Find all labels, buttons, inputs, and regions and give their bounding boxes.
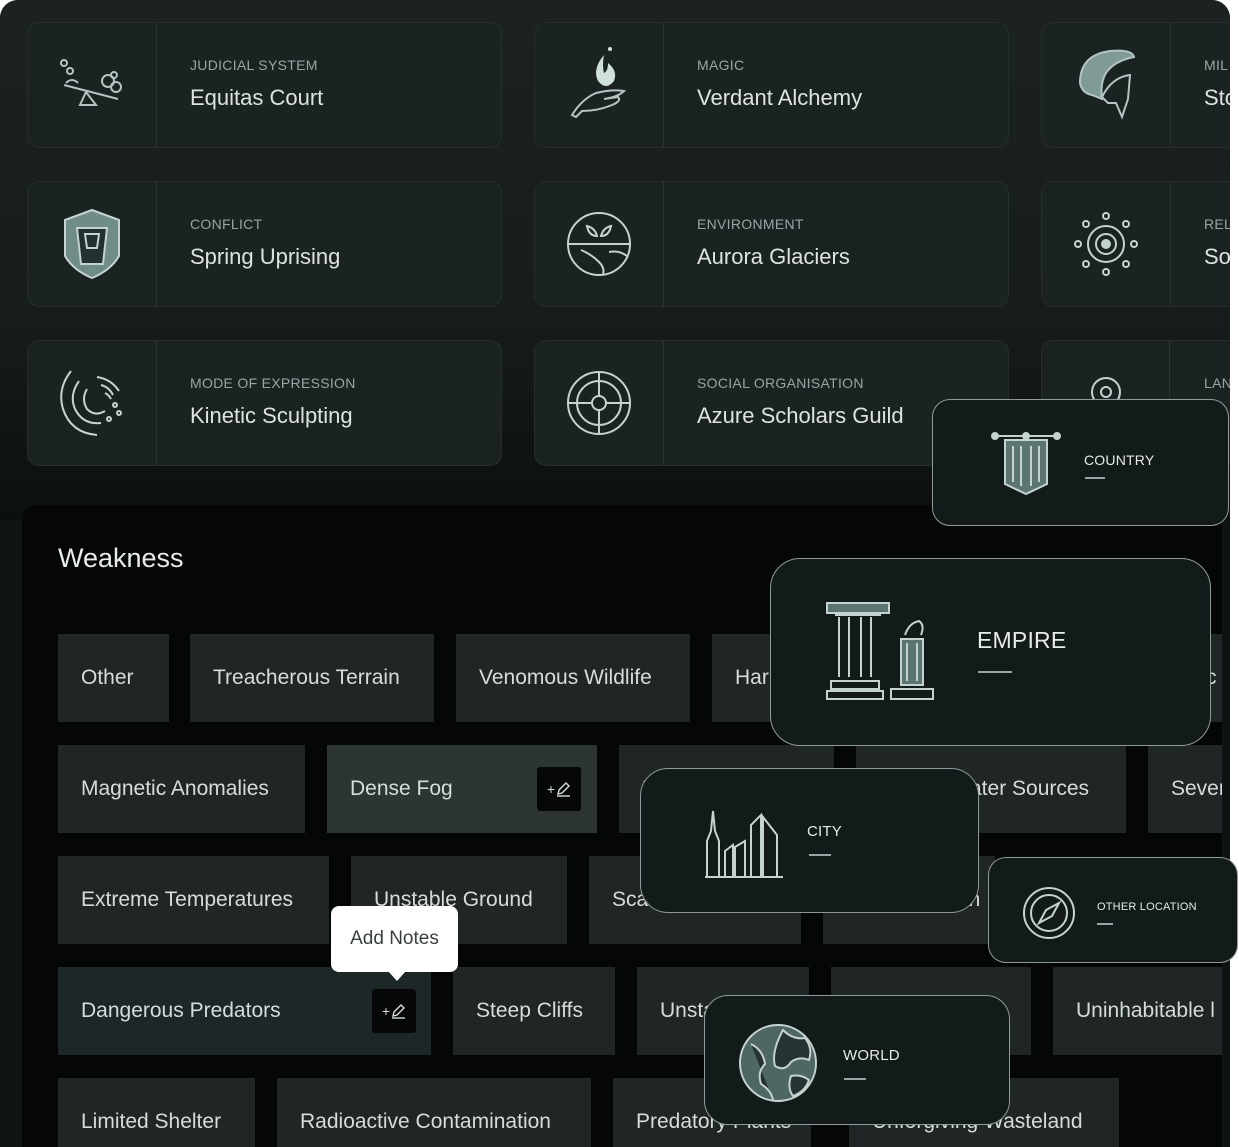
globe-leaf-icon [567, 212, 631, 276]
location-city[interactable]: CITY [640, 768, 979, 913]
card-name: Kinetic Sculpting [190, 403, 353, 428]
flame-hand-icon [570, 47, 627, 119]
card-name: Equitas Court [190, 85, 324, 110]
card-category: SOCIAL ORGANISATION [697, 375, 864, 391]
chip-uninhabitable[interactable]: Uninhabitable l [1053, 967, 1222, 1055]
location-world[interactable]: WORLD [704, 995, 1010, 1125]
location-other[interactable]: OTHER LOCATION [988, 857, 1238, 963]
card-conflict[interactable]: CONFLICT Spring Uprising [27, 181, 502, 307]
card-military[interactable]: MIL Sto [1041, 22, 1230, 148]
location-label: COUNTRY [1084, 452, 1155, 468]
card-category: JUDICIAL SYSTEM [190, 57, 318, 73]
card-name: Aurora Glaciers [697, 244, 850, 269]
card-name: Azure Scholars Guild [697, 403, 904, 428]
card-category: LAN [1204, 375, 1230, 391]
chip-dense-fog[interactable]: Dense Fog + [327, 745, 597, 833]
chip-treacherous-terrain[interactable]: Treacherous Terrain [190, 634, 434, 722]
card-name: Spring Uprising [190, 244, 341, 269]
card-magic[interactable]: MAGIC Verdant Alchemy [534, 22, 1009, 148]
shield-icon [64, 208, 120, 280]
chip-extreme-temperatures[interactable]: Extreme Temperatures [58, 856, 329, 944]
chip-dangerous-predators[interactable]: Dangerous Predators + [58, 967, 431, 1055]
spiral-icon [60, 370, 122, 436]
card-environment[interactable]: ENVIRONMENT Aurora Glaciers [534, 181, 1009, 307]
card-mode-of-expression[interactable]: MODE OF EXPRESSION Kinetic Sculpting [27, 340, 502, 466]
card-category: MODE OF EXPRESSION [190, 375, 356, 391]
card-religion[interactable]: REL So [1041, 181, 1230, 307]
location-label: WORLD [843, 1047, 900, 1064]
location-empire[interactable]: EMPIRE [770, 558, 1211, 746]
globe-icon [739, 1024, 817, 1102]
card-category: MIL [1204, 57, 1229, 73]
helmet-icon [1078, 49, 1136, 120]
location-label: EMPIRE [977, 627, 1067, 653]
chip-venomous-wildlife[interactable]: Venomous Wildlife [456, 634, 690, 722]
columns-icon [826, 602, 934, 700]
card-name: So [1204, 244, 1230, 269]
add-notes-tooltip: Add Notes [331, 906, 458, 981]
card-name: Verdant Alchemy [697, 85, 863, 110]
weakness-title: Weakness [58, 543, 184, 573]
compass-icon [1023, 887, 1075, 939]
scales-icon [60, 59, 122, 106]
add-notes-button[interactable]: + [537, 767, 581, 811]
chip-limited-shelter[interactable]: Limited Shelter [58, 1078, 255, 1147]
card-category: REL [1204, 216, 1230, 232]
location-label: CITY [807, 823, 842, 840]
card-name: Sto [1204, 85, 1230, 110]
skyline-icon [705, 810, 783, 878]
chip-steep-cliffs[interactable]: Steep Cliffs [453, 967, 615, 1055]
card-judicial-system[interactable]: JUDICIAL SYSTEM Equitas Court [27, 22, 502, 148]
pencil-icon [557, 782, 571, 797]
location-country[interactable]: COUNTRY [932, 399, 1229, 526]
chip-sever[interactable]: Sever [1148, 745, 1222, 833]
banner-icon [991, 432, 1061, 496]
sun-gear-icon [1074, 212, 1138, 276]
chip-magnetic-anomalies[interactable]: Magnetic Anomalies [58, 745, 305, 833]
card-category: MAGIC [697, 57, 745, 73]
add-notes-button[interactable]: + [372, 989, 416, 1033]
chip-radioactive-contamination[interactable]: Radioactive Contamination [277, 1078, 591, 1147]
card-category: ENVIRONMENT [697, 216, 804, 232]
chip-other[interactable]: Other [58, 634, 169, 722]
card-category: CONFLICT [190, 216, 263, 232]
pencil-icon [392, 1004, 406, 1019]
wheel-icon [567, 371, 631, 435]
location-label: OTHER LOCATION [1097, 901, 1197, 913]
